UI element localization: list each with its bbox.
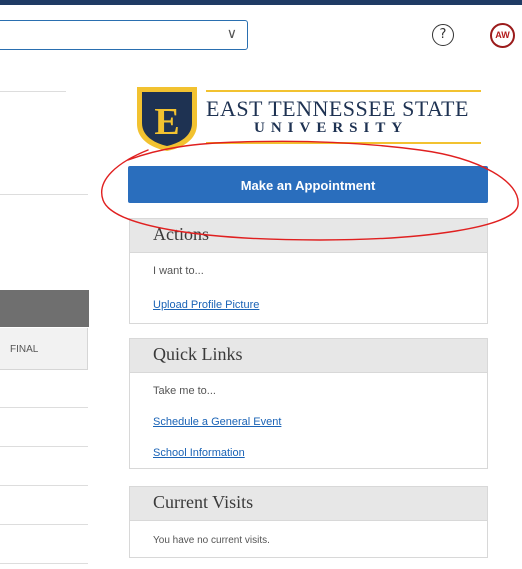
make-appointment-button[interactable]: Make an Appointment bbox=[128, 166, 488, 203]
university-logo: E EAST TENNESSEE STATE UNIVERSITY bbox=[134, 84, 494, 152]
quick-links-panel-title: Quick Links bbox=[130, 339, 487, 373]
current-visits-message: You have no current visits. bbox=[153, 535, 270, 546]
actions-panel-title: Actions bbox=[130, 219, 487, 253]
logo-rule-top bbox=[206, 90, 481, 92]
divider bbox=[0, 194, 88, 195]
table-header-bar bbox=[0, 290, 89, 327]
actions-prompt: I want to... bbox=[153, 265, 204, 277]
chevron-down-icon[interactable]: ∨ bbox=[227, 26, 237, 42]
shield-icon: E bbox=[137, 87, 197, 151]
top-navbar-edge bbox=[0, 0, 522, 5]
divider bbox=[0, 91, 66, 92]
table-column-header-final[interactable]: FINAL bbox=[0, 328, 88, 370]
schedule-general-event-link[interactable]: Schedule a General Event bbox=[153, 416, 281, 428]
table-row bbox=[0, 446, 88, 447]
table-row bbox=[0, 485, 88, 486]
current-visits-panel-title: Current Visits bbox=[130, 487, 487, 521]
actions-panel: Actions I want to... Upload Profile Pict… bbox=[129, 218, 488, 324]
school-information-link[interactable]: School Information bbox=[153, 447, 245, 459]
table-row bbox=[0, 563, 88, 564]
upload-profile-picture-link[interactable]: Upload Profile Picture bbox=[153, 299, 259, 311]
table-row bbox=[0, 524, 88, 525]
help-icon[interactable]: ? bbox=[432, 24, 454, 46]
avatar[interactable]: AW bbox=[490, 23, 515, 48]
current-visits-panel: Current Visits You have no current visit… bbox=[129, 486, 488, 558]
quick-links-panel: Quick Links Take me to... Schedule a Gen… bbox=[129, 338, 488, 469]
quick-links-prompt: Take me to... bbox=[153, 385, 216, 397]
logo-rule-bottom bbox=[206, 142, 481, 144]
logo-letter: E bbox=[154, 101, 179, 143]
logo-name: EAST TENNESSEE STATE bbox=[206, 96, 469, 121]
logo-subtitle: UNIVERSITY bbox=[254, 120, 409, 136]
context-select[interactable]: ∨ bbox=[0, 20, 248, 50]
table-row bbox=[0, 407, 88, 408]
column-header-label: FINAL bbox=[10, 344, 39, 355]
